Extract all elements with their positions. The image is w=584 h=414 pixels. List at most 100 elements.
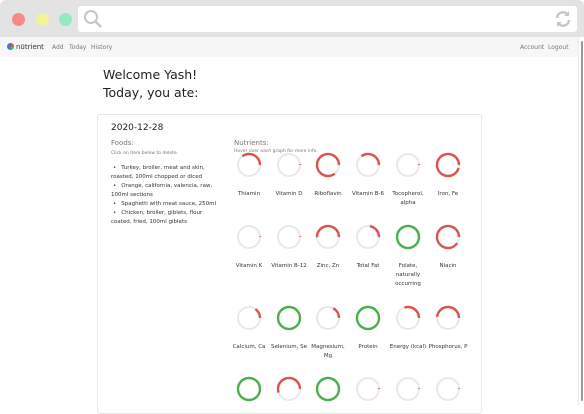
nutrient-label: Vitamin B-12 [271,263,307,269]
nutrient-label: Niacin [439,263,457,269]
nutrient-ring [435,376,461,402]
nutrient-ring-fill [276,305,302,331]
nutrient-chart[interactable]: Selenium, Se [269,305,309,352]
nutrient-chart[interactable]: Riboflavin [308,152,348,199]
nutrient-label: Energy (kcal) [389,344,427,350]
nutrient-ring [315,224,341,250]
minimize-window-button[interactable] [36,13,49,26]
nutrient-ring [315,152,341,178]
nutrient-label: Magnesium, Mg [311,344,345,359]
nutrient-ring [236,305,262,331]
nutrient-label: Phosphorus, P [428,344,468,350]
nutrient-label: Zinc, Zn [316,263,340,269]
food-item[interactable]: Turkey, broiler, meat and skin, roasted,… [111,164,223,182]
nutrient-chart[interactable]: Tocopherol, alpha [388,152,428,208]
nutrient-label: Protein [358,344,378,350]
nutrient-chart[interactable]: Protein [348,305,388,352]
nutrient-chart[interactable]: Zinc, Zn [308,224,348,271]
nutrient-chart[interactable]: Phosphorus, P [428,305,468,352]
logo-icon [7,43,14,50]
nutrient-chart[interactable] [308,376,348,414]
nutrient-ring-fill [395,224,421,250]
nutrient-chart[interactable]: Folate, naturally occurring [388,224,428,289]
nutrient-chart[interactable] [229,376,269,414]
nutrient-label: Riboflavin [314,191,342,197]
nutrient-ring [355,305,381,331]
nav-add[interactable]: Add [52,44,64,51]
reload-icon[interactable] [554,9,572,29]
nutrient-ring-fill [236,376,262,402]
scrollbar-thumb[interactable] [581,41,583,401]
foods-hint: Click on item below to delete. [111,151,179,156]
nutrient-chart[interactable]: Vitamin K [229,224,269,271]
nutrient-ring [435,152,461,178]
nutrient-ring [236,224,262,250]
nutrient-ring [276,152,302,178]
close-window-button[interactable] [12,13,25,26]
nutrient-ring [395,305,421,331]
nav-today[interactable]: Today [69,44,86,51]
welcome-heading: Welcome Yash! [103,67,198,82]
maximize-window-button[interactable] [59,13,72,26]
nutrient-ring [276,376,302,402]
nutrient-ring [435,305,461,331]
nutrient-ring [395,152,421,178]
nutrients-title: Nutrients: [234,139,269,147]
nav-history[interactable]: History [91,44,112,51]
nutrient-ring [355,224,381,250]
browser-chrome [0,0,584,37]
nutrient-ring-fill [355,305,381,331]
nutrient-label: Selenium, Se [270,344,308,350]
nutrient-chart[interactable]: Calcium, Ca [229,305,269,352]
food-item[interactable]: Orange, california, valencia, raw, 100ml… [111,182,223,200]
nutrient-label: Tocopherol, alpha [392,191,424,206]
nutrient-ring [315,376,341,402]
nutrient-chart[interactable]: Thiamin [229,152,269,199]
nutrient-chart[interactable]: Total Fat [348,224,388,271]
nutrient-chart[interactable] [428,376,468,414]
nutrient-ring [355,376,381,402]
nutrient-label: Vitamin D [275,191,303,197]
nutrient-ring-fill [435,152,461,178]
nutrient-label: Folate, naturally occurring [395,263,421,287]
nutrient-chart[interactable]: Magnesium, Mg [308,305,348,361]
nav-account[interactable]: Account [520,44,544,51]
nutrient-ring [395,376,421,402]
day-card: 2020-12-28 Foods: Click on item below to… [97,114,482,414]
nutrient-ring [355,152,381,178]
nutrient-label: Vitamin B-6 [351,191,385,197]
nutrient-chart[interactable] [269,376,309,414]
nutrient-label: Total Fat [356,263,380,269]
nutrient-chart[interactable]: Vitamin B-6 [348,152,388,199]
nutrient-chart[interactable] [348,376,388,414]
nutrient-label: Thiamin [237,191,261,197]
nutrient-chart[interactable]: Niacin [428,224,468,271]
nutrient-chart[interactable]: Energy (kcal) [388,305,428,352]
nutrient-ring-fill [435,224,461,250]
foods-list: Turkey, broiler, meat and skin, roasted,… [111,164,223,227]
nutrient-label: Iron, Fe [437,191,459,197]
food-item[interactable]: Chicken, broiler, giblets, flour coated,… [111,209,223,227]
nutrient-ring-fill [315,376,341,402]
nutrient-chart[interactable]: Vitamin B-12 [269,224,309,271]
card-date: 2020-12-28 [111,123,164,133]
search-icon [84,10,102,28]
address-bar[interactable] [78,6,577,32]
nutrient-chart[interactable] [388,376,428,414]
nutrient-label: Calcium, Ca [232,344,266,350]
nav-logout[interactable]: Logout [548,44,569,51]
navbar: nūtrient Add Today History Account Logou… [0,37,578,57]
food-item[interactable]: Spaghetti with meat sauce, 250ml [111,200,223,209]
nutrient-ring [276,224,302,250]
nutrient-chart[interactable]: Vitamin D [269,152,309,199]
nutrient-ring [236,376,262,402]
nutrient-chart[interactable]: Iron, Fe [428,152,468,199]
scrollbar[interactable] [578,37,584,406]
nutrient-ring [236,152,262,178]
foods-title: Foods: [111,139,134,147]
brand-logo[interactable]: nūtrient [16,43,44,51]
today-heading: Today, you ate: [103,85,199,100]
nutrient-ring [315,305,341,331]
nutrient-ring [276,305,302,331]
nutrient-ring [395,224,421,250]
